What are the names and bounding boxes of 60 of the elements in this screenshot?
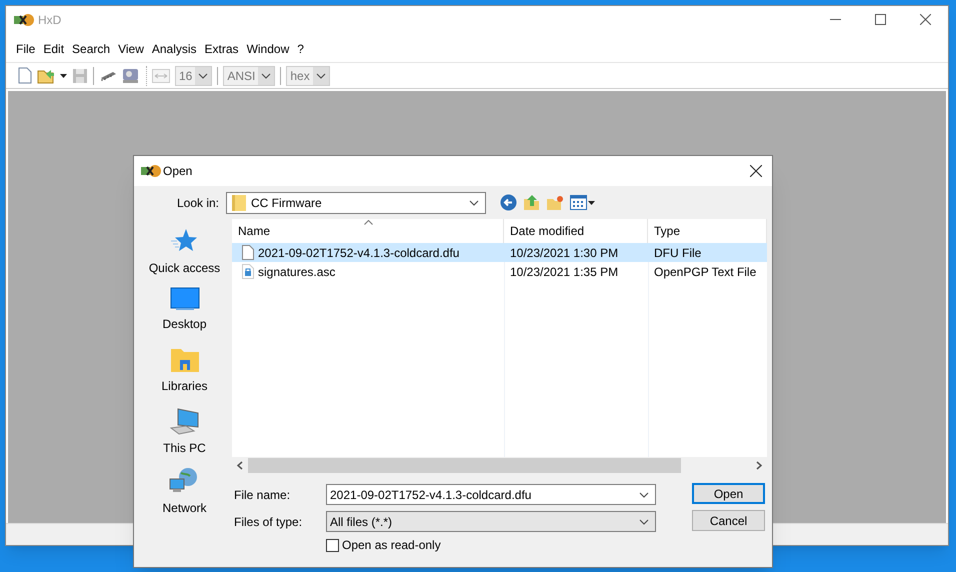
dropdown-arrow-icon[interactable] <box>60 74 67 78</box>
menu-item[interactable]: Analysis <box>152 40 197 58</box>
dropdown-arrow-icon <box>588 200 595 204</box>
place-item[interactable]: This PC <box>163 407 206 467</box>
file-type: OpenPGP Text File <box>654 264 756 278</box>
new-file-icon[interactable] <box>18 67 32 84</box>
file-date: 10/23/2021 1:35 PM <box>510 264 618 278</box>
close-icon[interactable] <box>920 14 931 25</box>
library-folder-icon <box>170 347 200 373</box>
menu-item[interactable]: Extras <box>204 40 239 58</box>
back-icon[interactable] <box>500 194 517 211</box>
file-row[interactable]: signatures.asc 10/23/2021 1:35 PM OpenPGP Text File <box>232 262 767 281</box>
app-logo-icon <box>141 164 161 178</box>
menu-item[interactable]: ? <box>297 40 304 58</box>
file-name-label: File name: <box>233 486 292 504</box>
dialog-button[interactable]: Cancel <box>692 510 765 531</box>
dropdown[interactable]: hex <box>286 66 330 86</box>
place-item[interactable]: Desktop <box>162 287 207 347</box>
file-date: 10/23/2021 1:30 PM <box>510 246 618 260</box>
scroll-left-icon[interactable] <box>236 461 244 470</box>
disk-icon[interactable] <box>122 68 139 84</box>
grid-view-icon <box>570 195 587 210</box>
dropdown[interactable]: 16 <box>175 66 212 86</box>
file-name: 2021-09-02T1752-v4.1.3-coldcard.dfu <box>258 244 460 262</box>
menu-item[interactable]: Window <box>246 40 290 58</box>
dialog-title: Open <box>163 163 192 180</box>
file-name-field[interactable]: 2021-09-02T1752-v4.1.3-coldcard.dfu <box>326 484 656 505</box>
minimize-icon[interactable] <box>830 18 841 20</box>
monitor-icon <box>170 287 200 311</box>
read-only-checkbox[interactable] <box>326 538 339 552</box>
folder-icon[interactable] <box>37 68 55 84</box>
menu-item[interactable]: Search <box>72 40 110 58</box>
dropdown[interactable]: ANSI <box>223 66 276 86</box>
lock-document-icon <box>242 264 254 279</box>
look-in-dropdown[interactable]: CC Firmware <box>226 192 486 214</box>
new-folder-icon[interactable] <box>546 194 564 210</box>
app-logo-icon <box>14 12 34 26</box>
network-icon <box>169 467 200 495</box>
document-icon <box>242 245 254 260</box>
read-only-label: Open as read-only <box>342 537 441 554</box>
place-item[interactable]: Quick access <box>148 227 220 287</box>
dialog-button[interactable]: Open <box>692 483 765 504</box>
menu-item[interactable]: View <box>118 40 144 58</box>
file-row[interactable]: 2021-09-02T1752-v4.1.3-coldcard.dfu 10/23/2021 1:30 PM DFU File <box>232 243 767 262</box>
look-in-label: Look in: <box>176 194 220 212</box>
close-icon[interactable] <box>750 165 762 177</box>
place-item[interactable]: Libraries <box>161 347 208 407</box>
file-type-label: Files of type: <box>233 514 304 530</box>
menu-item[interactable]: Edit <box>43 40 64 58</box>
scroll-right-icon[interactable] <box>755 461 763 470</box>
view-menu-button[interactable] <box>570 195 595 210</box>
file-type-field[interactable]: All files (*.*) <box>326 511 656 532</box>
file-type: DFU File <box>654 246 702 260</box>
computer-icon <box>170 407 200 435</box>
window-title: HxD <box>38 12 62 28</box>
maximize-icon[interactable] <box>875 14 886 25</box>
file-name: signatures.asc <box>258 264 336 280</box>
folder-icon <box>232 194 246 210</box>
place-item[interactable]: Network <box>162 467 206 527</box>
menu-item[interactable]: File <box>16 40 36 58</box>
